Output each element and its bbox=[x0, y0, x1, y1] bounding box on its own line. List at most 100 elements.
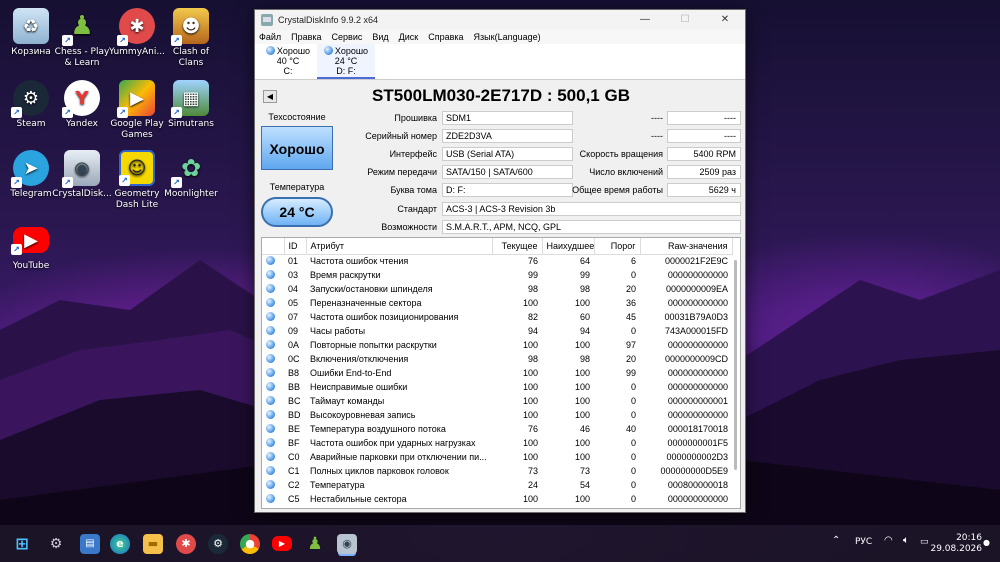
steam-icon: ⚙ ↗ bbox=[11, 80, 49, 118]
menu-edit[interactable]: Правка bbox=[291, 32, 321, 42]
crystaldisk-taskbar-icon[interactable]: ◉ bbox=[337, 534, 357, 554]
serial-label: Серийный номер bbox=[365, 131, 437, 141]
table-row[interactable]: C1 Полных циклов парковок головок 73 73 0 000… bbox=[262, 464, 732, 478]
attribute-name: Частота ошибок чтения bbox=[310, 256, 409, 267]
maximize-button[interactable]: ☐ bbox=[665, 10, 705, 30]
disk-tab-d-f[interactable]: Хорошо 24 °C D: F: bbox=[317, 44, 375, 79]
attribute-raw: 0000000001F5 bbox=[667, 438, 728, 448]
table-row[interactable]: C0 Аварийные парковки при отключении пи..… bbox=[262, 450, 732, 464]
desktop-icon-clash-of-clans[interactable]: ☻ ↗ Clash of Clans bbox=[160, 8, 222, 69]
desktop-icon-moonlighter[interactable]: ✿ ↗ Moonlighter bbox=[160, 150, 222, 200]
attribute-raw: 000000000D5E9 bbox=[660, 466, 728, 476]
power-on-count-label: Число включений bbox=[589, 167, 663, 177]
disk-tab-c[interactable]: Хорошо 40 °C C: bbox=[259, 44, 317, 79]
table-row[interactable]: BC Таймаут команды 100 100 0 000000000001 bbox=[262, 394, 732, 408]
features-label: Возможности bbox=[381, 222, 437, 232]
smart-attributes-table[interactable]: ID Атрибут Текущее Наихудшее Порог Raw-з… bbox=[261, 237, 741, 509]
attribute-current: 100 bbox=[522, 368, 538, 378]
attribute-name: Неисправимые ошибки bbox=[310, 382, 408, 392]
health-status-button[interactable]: Хорошо bbox=[261, 126, 333, 170]
table-row[interactable]: 04 Запуски/остановки шпинделя 98 98 20 000000… bbox=[262, 282, 732, 296]
desktop-icon-yummyanime[interactable]: ✱ ↗ YummyAni... bbox=[106, 8, 168, 58]
attribute-raw: 000000000000 bbox=[667, 382, 728, 392]
desktop-icon-youtube[interactable]: ▶ ↗ YouTube bbox=[0, 222, 62, 272]
table-row[interactable]: C5 Нестабильные сектора 100 100 0 00000000000… bbox=[262, 492, 732, 506]
desktop-icon-google-play-games[interactable]: ▶ ↗ Google Play Games bbox=[106, 80, 168, 141]
notification-icon[interactable]: ● bbox=[983, 538, 990, 547]
menu-service[interactable]: Сервис bbox=[332, 32, 363, 42]
table-row[interactable]: 01 Частота ошибок чтения 76 64 6 0000021F2E9C bbox=[262, 254, 732, 268]
file-explorer-icon[interactable]: ▬ bbox=[143, 534, 163, 554]
menu-view[interactable]: Вид bbox=[372, 32, 388, 42]
column-attribute[interactable]: Атрибут bbox=[306, 238, 493, 255]
clock[interactable]: 20:16 29.08.2026 bbox=[930, 533, 982, 555]
control-panel-icon[interactable]: ▤ bbox=[80, 534, 100, 554]
attribute-raw: 000000000000 bbox=[667, 494, 728, 504]
table-row[interactable]: 05 Переназначенные сектора 100 100 36 0000000… bbox=[262, 296, 732, 310]
steam-taskbar-icon[interactable]: ⚙ bbox=[208, 534, 228, 554]
table-row[interactable]: B8 Ошибки End-to-End 100 100 99 000000000000 bbox=[262, 366, 732, 380]
attribute-status-icon bbox=[266, 270, 275, 279]
power-on-count-value: 2509 раз bbox=[667, 165, 741, 179]
attribute-worst: 98 bbox=[579, 284, 590, 294]
title-bar[interactable]: CrystalDiskInfo 9.9.2 x64 — ☐ ✕ bbox=[255, 10, 745, 30]
desktop-icon-crystaldisk[interactable]: ◉ ↗ CrystalDisk... bbox=[51, 150, 113, 200]
edge-icon[interactable]: e bbox=[110, 534, 130, 554]
desktop-icon-yandex[interactable]: Y ↗ Yandex bbox=[51, 80, 113, 130]
settings-icon[interactable]: ⚙ bbox=[46, 534, 66, 554]
column-id[interactable]: ID bbox=[284, 238, 307, 255]
menu-help[interactable]: Справка bbox=[428, 32, 463, 42]
standard-label: Стандарт bbox=[397, 204, 437, 214]
attribute-id: BD bbox=[288, 410, 301, 420]
column-threshold[interactable]: Порог bbox=[594, 238, 641, 255]
wifi-icon[interactable]: ◠ bbox=[884, 535, 893, 546]
table-row[interactable]: BB Неисправимые ошибки 100 100 0 000000000000 bbox=[262, 380, 732, 394]
attribute-name: Температура воздушного потока bbox=[310, 424, 446, 434]
start-button-icon[interactable]: ⊞ bbox=[12, 534, 32, 554]
desktop-icon-simutrans[interactable]: ▦ ↗ Simutrans bbox=[160, 80, 222, 130]
youtube-taskbar-icon[interactable]: ▶ bbox=[272, 536, 292, 551]
attribute-id: B8 bbox=[288, 368, 300, 378]
minimize-button[interactable]: — bbox=[625, 10, 665, 30]
disk-selector: Хорошо 40 °C C: Хорошо 24 °C D: F: bbox=[255, 44, 745, 80]
battery-icon[interactable]: ▭ bbox=[920, 537, 929, 547]
table-row[interactable]: 07 Частота ошибок позиционирования 82 60 45 0… bbox=[262, 310, 732, 324]
volume-icon[interactable]: 🔈︎ bbox=[903, 535, 909, 546]
date: 29.08.2026 bbox=[930, 544, 982, 554]
menu-disk[interactable]: Диск bbox=[399, 32, 419, 42]
yummy-anime-taskbar-icon[interactable]: ✱ bbox=[176, 534, 196, 554]
attribute-worst: 73 bbox=[579, 466, 590, 476]
language-indicator[interactable]: РУС bbox=[855, 537, 872, 547]
table-row[interactable]: 0A Повторные попытки раскрутки 100 100 97 000… bbox=[262, 338, 732, 352]
clash-of-clans-icon: ☻ ↗ bbox=[171, 8, 209, 46]
taskbar: ⊞ ⚙ ▤ e ▬ ✱ ⚙ ● ▶ ♟ ◉ ⌃ РУС ◠ 🔈︎ ▭ 20:16… bbox=[0, 525, 1000, 562]
menu-file[interactable]: Файл bbox=[259, 32, 281, 42]
menu-language[interactable]: Язык(Language) bbox=[474, 32, 541, 42]
table-row[interactable]: 0C Включения/отключения 98 98 20 0000000009CD bbox=[262, 352, 732, 366]
reserved-value-2: ---- bbox=[667, 129, 741, 143]
column-current[interactable]: Текущее bbox=[492, 238, 543, 255]
table-row[interactable]: 03 Время раскрутки 99 99 0 000000000000 bbox=[262, 268, 732, 282]
chrome-icon[interactable]: ● bbox=[240, 534, 260, 554]
column-worst[interactable]: Наихудшее bbox=[542, 238, 595, 255]
column-raw[interactable]: Raw-значения bbox=[640, 238, 733, 255]
attribute-status-icon bbox=[266, 382, 275, 391]
table-scrollbar[interactable] bbox=[732, 254, 739, 508]
app-icon bbox=[261, 14, 273, 26]
scrollbar-thumb[interactable] bbox=[734, 260, 737, 470]
table-row[interactable]: BD Высокоуровневая запись 100 100 0 000000000… bbox=[262, 408, 732, 422]
close-button[interactable]: ✕ bbox=[705, 10, 745, 30]
table-row[interactable]: BE Температура воздушного потока 76 46 40 000… bbox=[262, 422, 732, 436]
table-row[interactable]: BF Частота ошибок при ударных нагрузках 10… bbox=[262, 436, 732, 450]
show-hidden-icons-chevron-icon[interactable]: ⌃ bbox=[832, 535, 840, 546]
attribute-name: Частота ошибок при ударных нагрузках bbox=[310, 438, 476, 448]
firmware-value: SDM1 bbox=[442, 111, 573, 125]
attribute-worst: 100 bbox=[574, 340, 590, 350]
table-row[interactable]: 09 Часы работы 94 94 0 743A000015FD bbox=[262, 324, 732, 338]
attribute-id: 03 bbox=[288, 270, 299, 280]
chess-taskbar-icon[interactable]: ♟ bbox=[305, 534, 325, 554]
table-row[interactable]: C2 Температура 24 54 0 000800000018 bbox=[262, 478, 732, 492]
desktop-icon-chess[interactable]: ♟ ↗ Chess - Play & Learn bbox=[51, 8, 113, 69]
attribute-threshold: 0 bbox=[630, 382, 636, 392]
desktop-icon-geometry-dash[interactable]: ☺ ↗ Geometry Dash Lite bbox=[106, 150, 168, 211]
